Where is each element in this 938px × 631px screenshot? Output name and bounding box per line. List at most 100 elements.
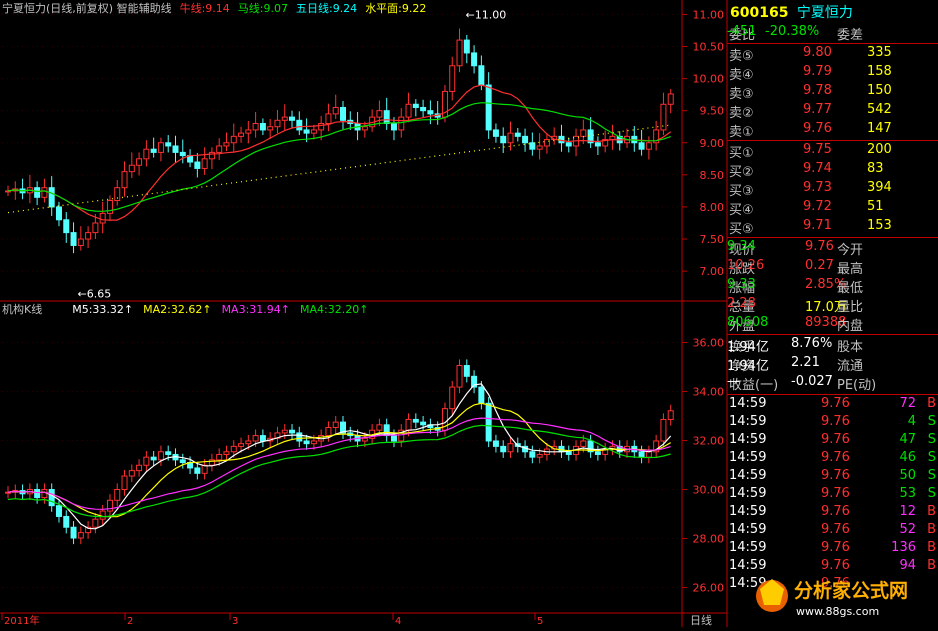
lower-candle-body[interactable] [150, 456, 157, 461]
upper-candle-body[interactable] [150, 148, 157, 153]
upper-candle-body[interactable] [645, 142, 652, 150]
upper-candle-body[interactable] [259, 123, 266, 131]
upper-candle-body[interactable] [565, 142, 572, 147]
upper-candle-body[interactable] [325, 113, 332, 125]
lower-candle-body[interactable] [565, 451, 572, 455]
upper-candle-body[interactable] [412, 103, 419, 108]
lower-candle-body[interactable] [492, 440, 499, 447]
upper-candle-body[interactable] [340, 106, 346, 121]
lower-candle-body[interactable] [289, 429, 296, 434]
lower-candle-body[interactable] [223, 451, 230, 455]
lower-candle-body[interactable] [660, 418, 667, 442]
lower-candle-body[interactable] [310, 440, 317, 445]
lower-candle-body[interactable] [332, 421, 339, 429]
lower-candle-body[interactable] [507, 443, 514, 453]
upper-candle-body[interactable] [172, 145, 179, 153]
lower-candle-body[interactable] [594, 451, 601, 455]
lower-candle-body[interactable] [456, 365, 463, 388]
lower-candle-body[interactable] [48, 489, 55, 507]
lower-candle-body[interactable] [529, 451, 536, 458]
upper-candle-body[interactable] [463, 39, 470, 54]
upper-candle-body[interactable] [92, 222, 99, 234]
upper-candle-body[interactable] [157, 142, 164, 153]
upper-candle-body[interactable] [252, 123, 259, 131]
upper-candle-body[interactable] [318, 123, 325, 131]
upper-candle-body[interactable] [456, 39, 463, 67]
upper-candle-body[interactable] [85, 232, 92, 240]
upper-candle-body[interactable] [99, 212, 106, 224]
upper-candle-body[interactable] [303, 129, 310, 134]
upper-candle-body[interactable] [245, 129, 252, 134]
lower-candle-body[interactable] [500, 445, 507, 453]
upper-candle-body[interactable] [361, 126, 368, 131]
lower-candle-body[interactable] [245, 440, 252, 445]
upper-candle-body[interactable] [55, 206, 62, 221]
lower-candle-body[interactable] [303, 440, 310, 445]
upper-candle-body[interactable] [267, 126, 274, 131]
lower-candle-body[interactable] [179, 459, 186, 464]
upper-candle-body[interactable] [449, 65, 456, 92]
lower-candle-body[interactable] [463, 365, 470, 377]
lower-institution-panel[interactable] [2, 342, 682, 588]
lower-candle-body[interactable] [645, 451, 652, 458]
upper-candle-body[interactable] [390, 123, 397, 131]
upper-candle-body[interactable] [179, 151, 186, 157]
upper-candle-body[interactable] [471, 52, 478, 67]
lower-candle-body[interactable] [252, 435, 259, 442]
lower-candle-body[interactable] [55, 505, 62, 517]
lower-candle-body[interactable] [99, 510, 106, 520]
upper-candle-body[interactable] [398, 116, 405, 131]
upper-candle-body[interactable] [420, 106, 427, 112]
lower-candle-body[interactable] [143, 456, 150, 466]
upper-candle-body[interactable] [310, 129, 317, 134]
upper-candle-body[interactable] [383, 110, 390, 125]
upper-candle-body[interactable] [529, 142, 536, 150]
lower-candle-body[interactable] [70, 526, 77, 539]
lower-candle-body[interactable] [638, 451, 645, 458]
upper-candle-body[interactable] [77, 238, 84, 246]
upper-price-panel[interactable]: ←11.00 ←6.65 [2, 8, 682, 301]
lower-candle-body[interactable] [259, 435, 266, 442]
lower-candle-body[interactable] [449, 386, 456, 410]
lower-candle-body[interactable] [667, 410, 674, 420]
upper-candle-body[interactable] [223, 142, 230, 147]
upper-candle-body[interactable] [296, 119, 303, 131]
lower-candle-body[interactable] [216, 453, 223, 461]
upper-candle-body[interactable] [194, 161, 201, 169]
upper-candle-body[interactable] [332, 106, 339, 115]
lower-candle-body[interactable] [412, 418, 419, 423]
lower-candle-body[interactable] [92, 518, 99, 528]
upper-candle-body[interactable] [41, 187, 48, 198]
lower-candle-body[interactable] [478, 386, 485, 404]
lower-candle-body[interactable] [201, 464, 208, 474]
lower-candle-body[interactable] [157, 451, 164, 461]
upper-candle-body[interactable] [63, 219, 70, 234]
upper-candle-body[interactable] [121, 171, 128, 189]
lower-candle-body[interactable] [281, 429, 288, 434]
lower-candle-body[interactable] [296, 432, 303, 442]
lower-candle-body[interactable] [63, 515, 70, 528]
lower-candle-body[interactable] [405, 418, 412, 431]
upper-candle-body[interactable] [500, 135, 507, 144]
upper-candle-body[interactable] [507, 132, 514, 144]
upper-candle-body[interactable] [136, 158, 143, 166]
lower-candle-body[interactable] [114, 489, 121, 501]
upper-candle-body[interactable] [514, 132, 521, 137]
lower-candle-body[interactable] [194, 467, 201, 474]
lower-candle-body[interactable] [34, 489, 41, 499]
lower-candle-body[interactable] [536, 453, 543, 458]
lower-candle-body[interactable] [361, 437, 368, 442]
upper-candle-body[interactable] [274, 119, 281, 128]
upper-candle-body[interactable] [281, 116, 288, 121]
upper-candle-body[interactable] [405, 103, 412, 118]
upper-candle-body[interactable] [70, 232, 77, 246]
upper-candle-body[interactable] [536, 145, 543, 150]
lower-candle-body[interactable] [238, 443, 245, 447]
lower-candle-body[interactable] [121, 475, 128, 490]
upper-candle-body[interactable] [485, 84, 492, 131]
lower-candle-body[interactable] [77, 532, 84, 539]
lower-candle-body[interactable] [230, 445, 237, 453]
upper-candle-body[interactable] [594, 142, 601, 147]
upper-candle-body[interactable] [34, 187, 41, 198]
lower-candle-body[interactable] [376, 424, 383, 431]
